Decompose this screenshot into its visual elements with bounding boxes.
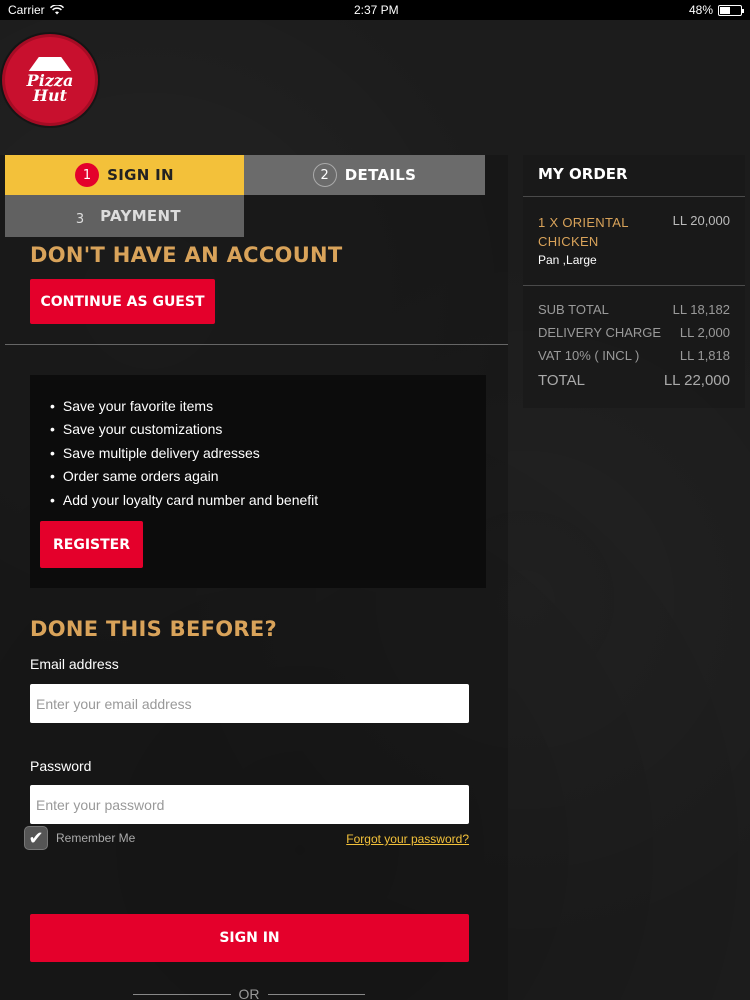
checkmark-icon: ✔ bbox=[28, 827, 44, 848]
battery-percent: 48% bbox=[688, 3, 713, 17]
section-divider bbox=[5, 344, 508, 345]
wifi-icon bbox=[49, 5, 64, 15]
or-line bbox=[133, 993, 231, 995]
order-divider bbox=[523, 196, 745, 197]
subtotal-value: LL 18,182 bbox=[672, 302, 730, 317]
email-field[interactable] bbox=[30, 684, 469, 723]
register-benefits-panel: Save your favorite items Save your custo… bbox=[30, 375, 486, 588]
battery-fill bbox=[720, 6, 730, 14]
remember-me-row[interactable]: ✔ Remember Me bbox=[24, 826, 135, 850]
order-divider bbox=[523, 285, 745, 286]
benefits-list: Save your favorite items Save your custo… bbox=[50, 395, 318, 512]
clock: 2:37 PM bbox=[353, 3, 399, 17]
continue-as-guest-button[interactable]: CONTINUE AS GUEST bbox=[30, 279, 215, 324]
delivery-charge-value: LL 2,000 bbox=[679, 325, 730, 340]
step-number: 1 bbox=[75, 163, 100, 187]
benefit-item: Add your loyalty card number and benefit bbox=[50, 489, 318, 512]
logo-line-2: Hut bbox=[32, 86, 68, 105]
roof-icon bbox=[28, 57, 72, 71]
order-item-name[interactable]: 1 X ORIENTAL CHICKEN bbox=[538, 213, 648, 251]
total-label: TOTAL bbox=[538, 372, 585, 389]
step-number: 2 bbox=[312, 163, 337, 187]
benefit-item: Save your favorite items bbox=[50, 395, 318, 418]
remember-me-label: Remember Me bbox=[56, 831, 136, 845]
order-item-description: Pan ,Large bbox=[538, 253, 597, 267]
password-label: Password bbox=[30, 758, 92, 774]
step-payment[interactable]: 3 PAYMENT bbox=[5, 195, 244, 237]
vat-label: VAT 10% ( INCL ) bbox=[538, 348, 640, 363]
vat-row: VAT 10% ( INCL ) LL 1,818 bbox=[538, 348, 730, 363]
logo-text: Pizza Hut bbox=[27, 73, 74, 105]
subtotal-row: SUB TOTAL LL 18,182 bbox=[538, 302, 730, 317]
vat-value: LL 1,818 bbox=[679, 348, 730, 363]
benefit-item: Save your customizations bbox=[50, 418, 318, 441]
password-field[interactable] bbox=[30, 785, 469, 824]
or-line bbox=[267, 993, 365, 995]
remember-me-checkbox[interactable]: ✔ bbox=[24, 826, 48, 850]
total-value: LL 22,000 bbox=[663, 372, 730, 389]
order-summary-panel: MY ORDER 1 X ORIENTAL CHICKEN LL 20,000 … bbox=[523, 155, 745, 408]
pizza-hut-logo[interactable]: Pizza Hut bbox=[2, 34, 98, 126]
carrier-label: Carrier bbox=[8, 3, 45, 17]
step-sign-in[interactable]: 1 SIGN IN bbox=[5, 155, 244, 195]
sign-in-button[interactable]: SIGN IN bbox=[30, 914, 469, 962]
or-separator: OR bbox=[133, 986, 365, 1000]
guest-heading: DON'T HAVE AN ACCOUNT bbox=[30, 243, 343, 267]
delivery-charge-row: DELIVERY CHARGE LL 2,000 bbox=[538, 325, 730, 340]
status-bar: Carrier 2:37 PM 48% bbox=[0, 0, 750, 20]
email-label: Email address bbox=[30, 656, 119, 672]
benefit-item: Save multiple delivery adresses bbox=[50, 442, 318, 465]
total-row: TOTAL LL 22,000 bbox=[538, 372, 730, 389]
step-label: SIGN IN bbox=[107, 166, 174, 184]
step-details[interactable]: 2 DETAILS bbox=[244, 155, 485, 195]
benefit-item: Order same orders again bbox=[50, 465, 318, 488]
step-label: DETAILS bbox=[344, 166, 417, 184]
order-item-price: LL 20,000 bbox=[672, 213, 730, 228]
step-number: 3 bbox=[75, 211, 85, 227]
step-label: PAYMENT bbox=[100, 207, 181, 225]
battery-icon bbox=[718, 4, 744, 16]
or-text: OR bbox=[238, 986, 260, 1000]
forgot-password-link[interactable]: Forgot your password? bbox=[346, 832, 469, 846]
subtotal-label: SUB TOTAL bbox=[538, 302, 609, 317]
register-button[interactable]: REGISTER bbox=[40, 521, 143, 568]
delivery-charge-label: DELIVERY CHARGE bbox=[538, 325, 662, 340]
order-title: MY ORDER bbox=[538, 165, 628, 183]
signin-heading: DONE THIS BEFORE? bbox=[30, 617, 278, 641]
